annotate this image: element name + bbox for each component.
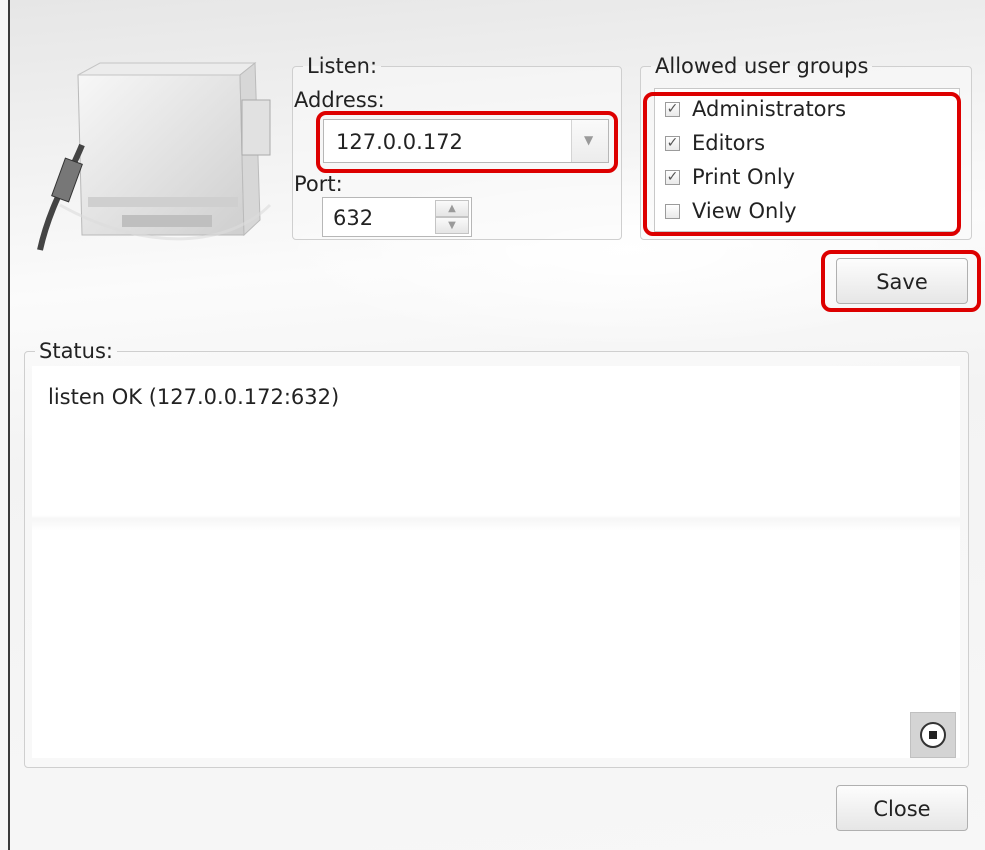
status-log-text: listen OK (127.0.0.172:632) <box>48 385 340 409</box>
group-label: Administrators <box>692 97 847 121</box>
checkbox-print-only[interactable]: ✓ <box>665 169 680 185</box>
port-value[interactable]: 632 <box>333 206 373 230</box>
group-item-print-only[interactable]: ✓ Print Only <box>665 162 795 192</box>
save-button[interactable]: Save <box>836 258 968 304</box>
group-label: Print Only <box>692 165 796 189</box>
arrow-down-icon: ▼ <box>448 220 456 231</box>
group-label: Editors <box>692 131 766 155</box>
close-button[interactable]: Close <box>836 785 968 831</box>
listen-legend: Listen: <box>307 54 378 78</box>
arrow-up-icon: ▲ <box>448 203 456 214</box>
group-label: View Only <box>692 199 797 223</box>
group-item-view-only[interactable]: View Only <box>665 196 797 226</box>
port-decrement-button[interactable]: ▼ <box>435 217 469 234</box>
allowed-groups-legend: Allowed user groups <box>655 54 869 78</box>
port-increment-button[interactable]: ▲ <box>435 200 469 217</box>
checkbox-administrators[interactable]: ✓ <box>665 101 680 117</box>
address-combobox[interactable]: 127.0.0.172 ▼ <box>323 119 609 163</box>
stop-button[interactable] <box>910 712 956 758</box>
checkbox-editors[interactable]: ✓ <box>665 135 680 151</box>
checkbox-view-only[interactable] <box>665 203 680 219</box>
group-item-administrators[interactable]: ✓ Administrators <box>665 94 846 124</box>
port-spinbox[interactable]: 632 ▲ ▼ <box>322 197 472 237</box>
printer-illustration <box>37 61 272 251</box>
status-log[interactable] <box>32 366 960 758</box>
address-label: Address: <box>294 88 385 112</box>
stop-icon <box>920 722 946 748</box>
status-legend: Status: <box>39 339 113 363</box>
port-label: Port: <box>294 172 343 196</box>
address-dropdown-button[interactable]: ▼ <box>571 120 608 162</box>
address-value[interactable]: 127.0.0.172 <box>336 129 463 155</box>
chevron-down-icon: ▼ <box>584 133 594 147</box>
group-item-editors[interactable]: ✓ Editors <box>665 128 765 158</box>
user-groups-list[interactable]: ✓ Administrators ✓ Editors ✓ Print Only … <box>654 88 960 232</box>
